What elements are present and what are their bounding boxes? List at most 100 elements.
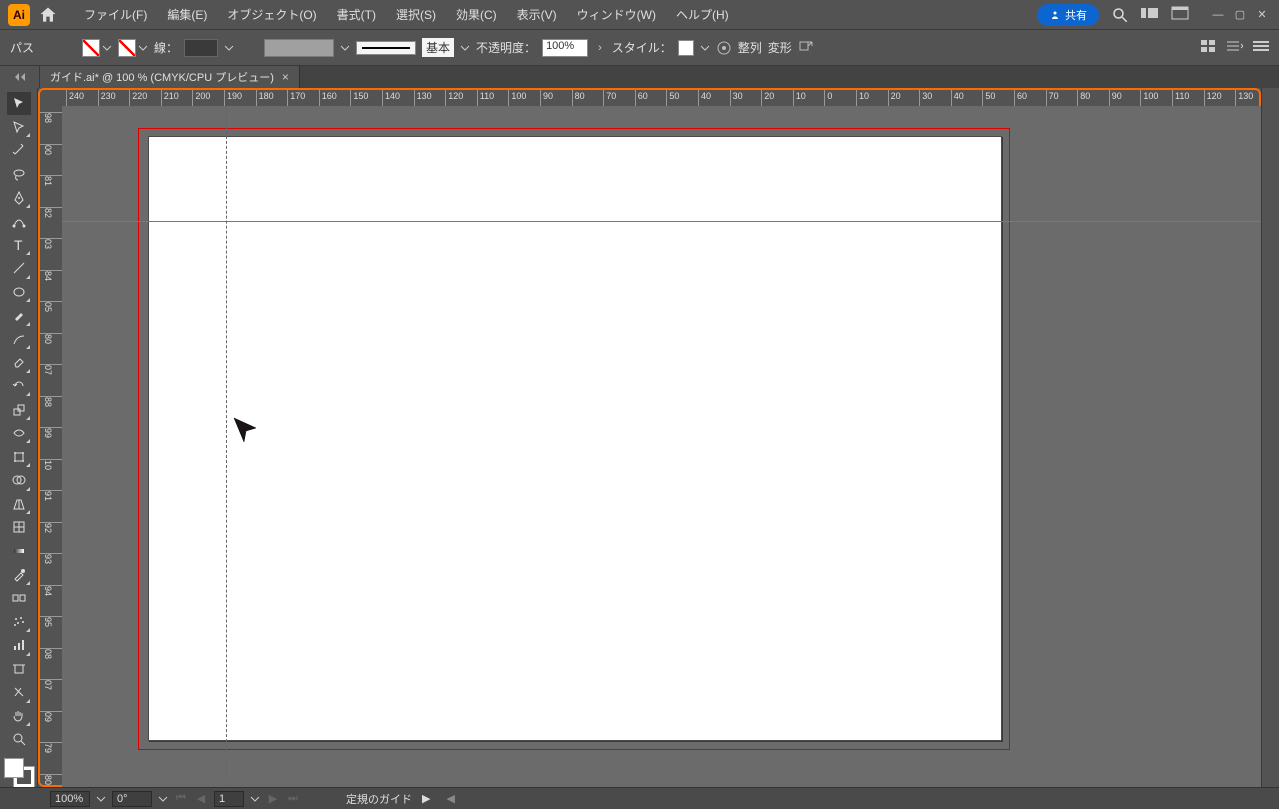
ruler-tick: 200 [192, 90, 193, 106]
magic-wand-tool[interactable] [7, 139, 31, 162]
vertical-guide[interactable] [226, 106, 227, 787]
paintbrush-tool[interactable] [7, 304, 31, 327]
menu-effect[interactable]: 効果(C) [446, 0, 507, 29]
right-panel-strip[interactable] [1261, 88, 1279, 787]
align-label[interactable]: 整列 [738, 39, 762, 56]
var-width-field[interactable] [264, 39, 334, 57]
rectangle-tool[interactable] [7, 281, 31, 304]
workspace-icon-2[interactable] [1171, 6, 1189, 24]
width-tool[interactable] [7, 422, 31, 445]
eraser-tool[interactable] [7, 351, 31, 374]
artboard-field[interactable]: 1 [214, 791, 244, 807]
lasso-tool[interactable] [7, 163, 31, 186]
menu-help[interactable]: ヘルプ(H) [666, 0, 739, 29]
ruler-tick: 40 [951, 90, 952, 106]
canvas-area[interactable] [62, 106, 1261, 787]
chevron-down-icon[interactable] [250, 794, 260, 804]
pen-tool[interactable] [7, 186, 31, 209]
menu-file[interactable]: ファイル(F) [74, 0, 157, 29]
scroll-left-icon[interactable]: ◀ [446, 792, 454, 805]
mesh-tool[interactable] [7, 516, 31, 539]
menu-edit[interactable]: 編集(E) [157, 0, 217, 29]
document-tab[interactable]: ガイド.ai* @ 100 % (CMYK/CPU プレビュー) × [40, 66, 300, 88]
stroke-swatch[interactable] [118, 39, 136, 57]
menu-select[interactable]: 選択(S) [386, 0, 446, 29]
home-icon[interactable] [38, 5, 58, 25]
chevron-down-icon[interactable] [340, 43, 350, 53]
perspective-tool[interactable] [7, 493, 31, 516]
rotation-field[interactable]: 0° [112, 791, 152, 807]
fill-indicator[interactable] [4, 758, 24, 778]
horizontal-guide[interactable] [62, 221, 1261, 222]
menu-window[interactable]: ウィンドウ(W) [567, 0, 666, 29]
hand-tool[interactable] [7, 705, 31, 728]
workspace-icon-1[interactable] [1141, 6, 1159, 24]
svg-text:T: T [14, 238, 23, 252]
shape-builder-tool[interactable] [7, 469, 31, 492]
panel-icon-2[interactable] [1227, 40, 1243, 56]
opacity-arrow-icon[interactable]: › [598, 42, 602, 54]
close-button[interactable]: ✕ [1253, 8, 1271, 22]
close-tab-icon[interactable]: × [282, 70, 289, 84]
panel-menu-icon[interactable] [1253, 40, 1269, 56]
graph-tool[interactable] [7, 634, 31, 657]
menu-object[interactable]: オブジェクト(O) [217, 0, 326, 29]
fill-swatch-group[interactable] [82, 39, 112, 57]
rotate-tool[interactable] [7, 375, 31, 398]
prev-artboard-button[interactable]: ◀ [194, 792, 208, 806]
direct-selection-tool[interactable] [7, 116, 31, 139]
panel-expand-handle[interactable] [0, 66, 40, 88]
artboard[interactable] [148, 136, 1002, 741]
maximize-button[interactable]: ▢ [1231, 8, 1249, 22]
horizontal-ruler[interactable]: 2402302202102001901801701601501401301201… [60, 88, 1261, 106]
opacity-field[interactable]: 100% [542, 39, 588, 57]
stroke-swatch-group[interactable] [118, 39, 148, 57]
ruler-origin[interactable] [38, 88, 62, 106]
status-menu-icon[interactable]: ▶ [422, 792, 430, 805]
brush-preview[interactable] [356, 41, 416, 55]
fill-swatch[interactable] [82, 39, 100, 57]
symbol-sprayer-tool[interactable] [7, 610, 31, 633]
next-artboard-button[interactable]: ▶ [266, 792, 280, 806]
ruler-tick: 98 [40, 112, 62, 113]
zoom-tool[interactable] [7, 728, 31, 751]
blend-tool[interactable] [7, 587, 31, 610]
selection-tool[interactable] [7, 92, 31, 115]
slice-tool[interactable] [7, 681, 31, 704]
scale-tool[interactable] [7, 398, 31, 421]
chevron-down-icon[interactable] [224, 43, 234, 53]
first-artboard-button[interactable]: ⏮ [174, 792, 188, 806]
line-tool[interactable] [7, 257, 31, 280]
chevron-down-icon[interactable] [158, 794, 168, 804]
pencil-tool[interactable] [7, 328, 31, 351]
last-artboard-button[interactable]: ⏭ [286, 792, 300, 806]
chevron-down-icon[interactable] [96, 794, 106, 804]
isolate-icon[interactable] [798, 40, 814, 56]
transform-label[interactable]: 変形 [768, 39, 792, 56]
menu-type[interactable]: 書式(T) [327, 0, 386, 29]
share-button[interactable]: 共有 [1037, 4, 1099, 26]
vertical-ruler[interactable]: 9800818203840580078899109192939495080709… [38, 104, 62, 787]
stroke-weight-field[interactable] [184, 39, 218, 57]
curvature-tool[interactable] [7, 210, 31, 233]
type-tool[interactable]: T [7, 233, 31, 256]
chevron-down-icon[interactable] [138, 43, 148, 53]
menu-view[interactable]: 表示(V) [507, 0, 567, 29]
chevron-down-icon[interactable] [460, 43, 470, 53]
recolor-icon[interactable] [716, 40, 732, 56]
fill-stroke-indicator[interactable] [4, 758, 34, 787]
main-area: T 24023022021020019018017016015014013012… [0, 88, 1279, 787]
chevron-down-icon[interactable] [700, 43, 710, 53]
minimize-button[interactable]: — [1209, 8, 1227, 22]
ruler-tick: 170 [287, 90, 288, 106]
panel-icon-1[interactable] [1201, 40, 1217, 56]
artboard-tool[interactable] [7, 658, 31, 681]
gradient-tool[interactable] [7, 540, 31, 563]
style-swatch[interactable] [678, 40, 694, 56]
menu-list: ファイル(F) 編集(E) オブジェクト(O) 書式(T) 選択(S) 効果(C… [74, 0, 739, 29]
free-transform-tool[interactable] [7, 445, 31, 468]
search-icon[interactable] [1111, 6, 1129, 24]
chevron-down-icon[interactable] [102, 43, 112, 53]
eyedropper-tool[interactable] [7, 563, 31, 586]
zoom-field[interactable]: 100% [50, 791, 90, 807]
